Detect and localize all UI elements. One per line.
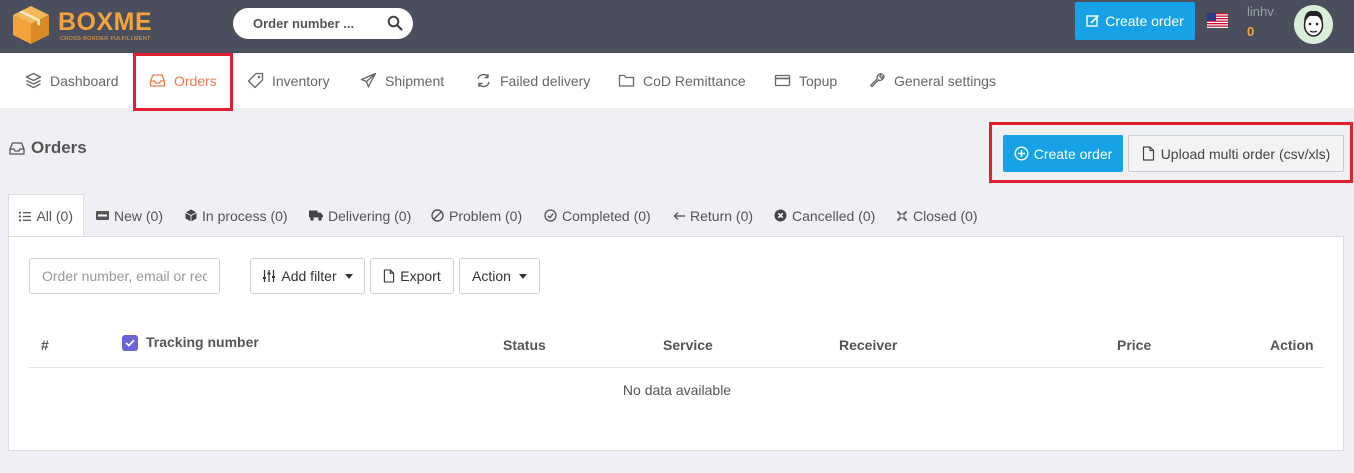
nav-item-inventory[interactable]: Inventory xyxy=(247,53,330,108)
nav-label: Inventory xyxy=(272,72,330,89)
brand-logo[interactable]: BOXME CROSS-BORDER FULFILLMENT xyxy=(10,4,160,48)
tab-label: In process (0) xyxy=(202,207,288,224)
caret-down-icon xyxy=(518,273,527,279)
tab-label: Completed (0) xyxy=(562,207,651,224)
credit-card-icon xyxy=(774,74,791,87)
nav-label: CoD Remittance xyxy=(643,72,746,89)
page-title-text: Orders xyxy=(31,138,87,157)
tab-in-process[interactable]: In process (0) xyxy=(185,194,288,237)
top-bar: BOXME CROSS-BORDER FULFILLMENT Order num… xyxy=(0,0,1354,53)
nav-label: Topup xyxy=(799,72,838,89)
empty-table-message: No data available xyxy=(622,382,732,398)
search-icon[interactable] xyxy=(387,15,403,31)
check-circle-icon xyxy=(544,209,557,222)
select-all-checkbox[interactable] xyxy=(122,335,138,351)
top-search-label: Order number ... xyxy=(253,16,355,31)
folder-icon xyxy=(618,74,635,87)
create-order-button[interactable]: Create order xyxy=(1003,135,1123,172)
plane-icon xyxy=(360,72,377,88)
inbox-icon xyxy=(9,141,25,155)
nav-item-general-settings[interactable]: General settings xyxy=(869,53,996,108)
column-header-receiver[interactable]: Receiver xyxy=(839,337,897,353)
truck-icon xyxy=(309,210,323,221)
export-label: Export xyxy=(400,268,441,284)
nav-label: Dashboard xyxy=(50,72,119,89)
us-flag-icon[interactable] xyxy=(1207,13,1228,28)
action-dropdown-button[interactable]: Action xyxy=(459,258,540,294)
column-header-service[interactable]: Service xyxy=(663,337,713,353)
list-icon xyxy=(19,211,32,221)
plus-circle-icon xyxy=(1014,146,1029,161)
tab-label: Closed (0) xyxy=(913,207,978,224)
tab-label: Delivering (0) xyxy=(328,207,412,224)
tab-label: Cancelled (0) xyxy=(792,207,876,224)
export-button[interactable]: Export xyxy=(370,258,454,294)
sliders-icon xyxy=(263,270,276,282)
layers-icon xyxy=(25,72,42,89)
column-header-tracking-number[interactable]: Tracking number xyxy=(146,334,259,350)
new-badge-icon xyxy=(96,211,109,220)
avatar[interactable] xyxy=(1294,5,1333,44)
tab-delivering[interactable]: Delivering (0) xyxy=(309,194,411,237)
upload-label: Upload multi order (csv/xls) xyxy=(1160,145,1331,162)
nav-item-dashboard[interactable]: Dashboard xyxy=(25,53,119,108)
tag-icon xyxy=(247,72,264,89)
tab-new[interactable]: New (0) xyxy=(96,194,163,237)
table-header-divider xyxy=(29,367,1323,368)
user-avatar-icon xyxy=(1294,5,1333,44)
brand-name: BOXME xyxy=(58,8,153,36)
file-icon xyxy=(1142,146,1154,161)
orders-highlight-box xyxy=(133,53,233,111)
nav-label: General settings xyxy=(894,72,996,89)
ban-icon xyxy=(431,209,444,222)
username[interactable]: linhv xyxy=(1247,4,1274,19)
tab-label: Problem (0) xyxy=(449,207,523,224)
action-label: Action xyxy=(472,268,511,284)
create-order-label: Create order xyxy=(1033,145,1113,162)
tab-completed[interactable]: Completed (0) xyxy=(544,194,651,237)
tab-label: All (0) xyxy=(36,208,73,224)
column-header-index: # xyxy=(41,337,49,353)
tab-all[interactable]: All (0) xyxy=(8,194,84,237)
tab-label: New (0) xyxy=(114,207,164,224)
upload-multi-order-button[interactable]: Upload multi order (csv/xls) xyxy=(1128,135,1344,172)
tab-label: Return (0) xyxy=(690,207,754,224)
tab-return[interactable]: Return (0) xyxy=(673,194,753,237)
caret-down-icon xyxy=(344,273,353,279)
nav-item-shipment[interactable]: Shipment xyxy=(360,53,444,108)
nav-label: Failed delivery xyxy=(500,72,591,89)
edit-icon xyxy=(1086,14,1100,27)
wrench-icon xyxy=(870,73,885,88)
brand-tagline: CROSS-BORDER FULFILLMENT xyxy=(60,36,151,42)
refresh-icon xyxy=(477,73,490,88)
nav-item-cod-remittance[interactable]: CoD Remittance xyxy=(618,53,746,108)
file-icon xyxy=(384,269,395,283)
tab-cancelled[interactable]: Cancelled (0) xyxy=(774,194,875,237)
nav-label: Shipment xyxy=(385,72,445,89)
add-filter-button[interactable]: Add filter xyxy=(250,258,365,294)
column-header-status[interactable]: Status xyxy=(503,337,546,353)
page-title: Orders xyxy=(8,138,87,158)
arrow-left-icon xyxy=(673,211,685,220)
add-filter-label: Add filter xyxy=(281,268,337,284)
nav-item-failed-delivery[interactable]: Failed delivery xyxy=(475,53,590,108)
column-header-price[interactable]: Price xyxy=(1117,337,1151,353)
x-square-icon xyxy=(896,210,908,221)
create-order-top-label: Create order xyxy=(1105,13,1184,29)
account-balance: 0 xyxy=(1247,24,1255,39)
order-search-input[interactable] xyxy=(29,258,220,294)
tab-problem[interactable]: Problem (0) xyxy=(431,194,522,237)
box-logo-icon xyxy=(13,6,49,44)
x-circle-icon xyxy=(774,209,787,222)
nav-item-topup[interactable]: Topup xyxy=(774,53,837,108)
create-order-top-button[interactable]: Create order xyxy=(1075,2,1195,40)
cube-icon xyxy=(185,209,197,222)
top-order-search[interactable]: Order number ... xyxy=(233,8,413,39)
check-icon xyxy=(125,339,135,347)
column-header-action: Action xyxy=(1270,337,1314,353)
tab-closed[interactable]: Closed (0) xyxy=(896,194,978,237)
